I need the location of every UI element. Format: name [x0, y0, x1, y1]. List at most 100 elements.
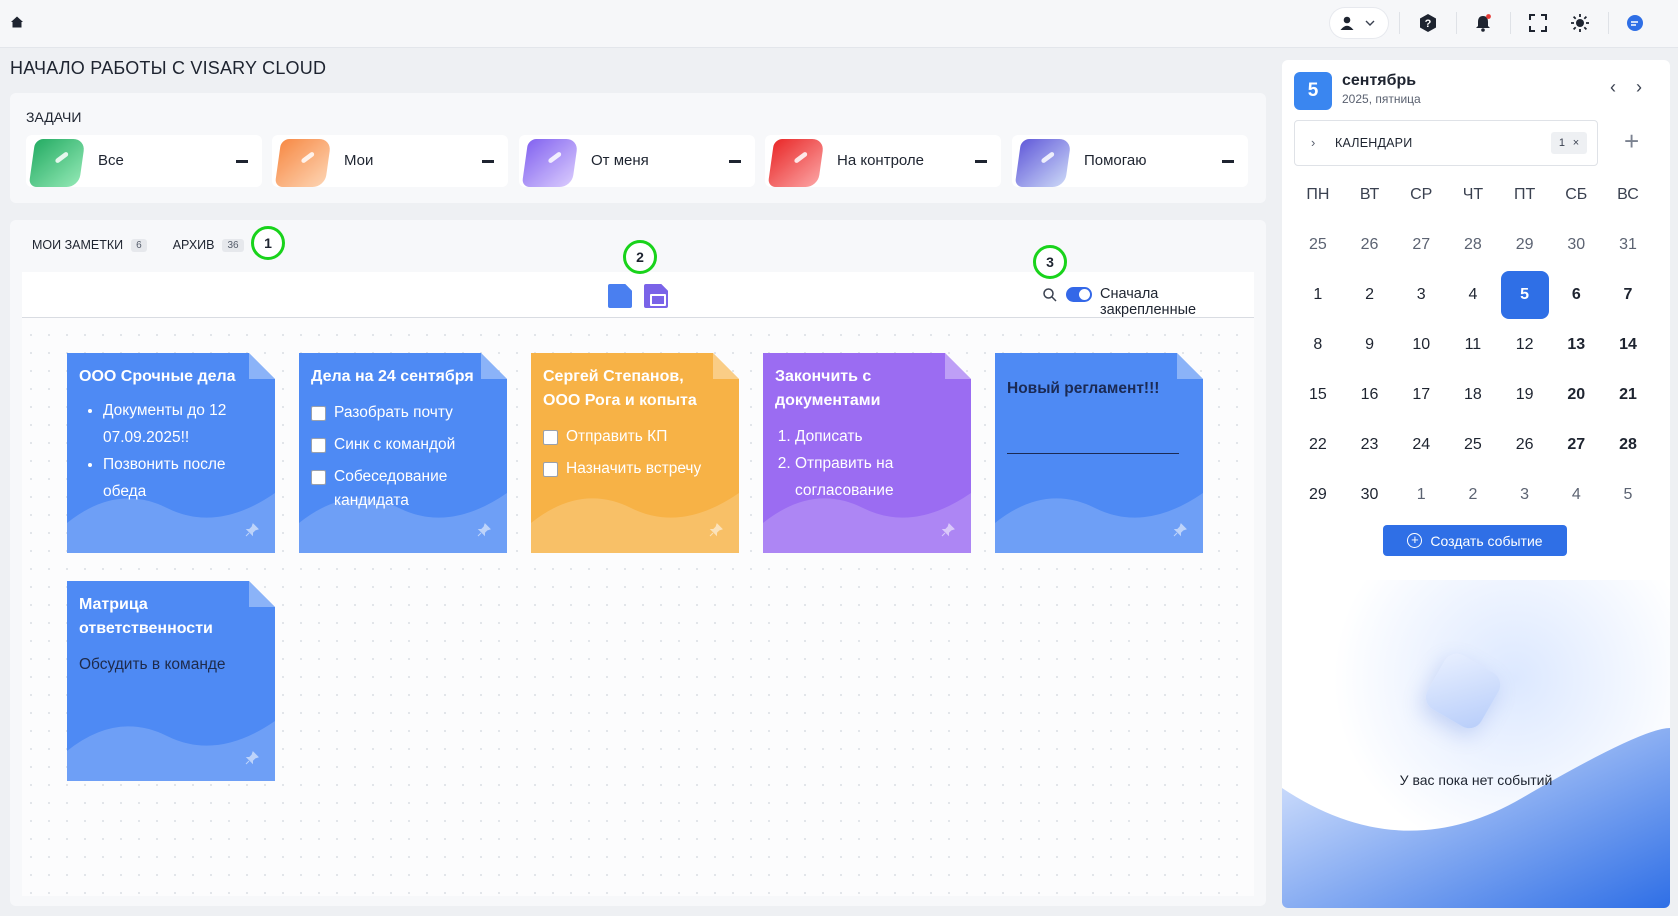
note-card[interactable]: Матрица ответственности Обсудить в коман…: [67, 581, 275, 781]
note-checklist-item[interactable]: Синк с командой: [311, 433, 495, 457]
note-card[interactable]: ООО Срочные дела Документы до 12 07.09.2…: [67, 353, 275, 553]
calendar-day[interactable]: 7: [1602, 286, 1654, 304]
note-checklist-item[interactable]: Собеседование кандидата: [311, 465, 495, 511]
pin-icon[interactable]: [477, 523, 491, 537]
calendar-day[interactable]: 15: [1292, 386, 1344, 404]
search-icon[interactable]: [1042, 287, 1058, 303]
calendar-day[interactable]: 25: [1447, 436, 1499, 454]
calendar-day[interactable]: 5: [1499, 271, 1551, 319]
calendar-day[interactable]: 30: [1550, 236, 1602, 254]
calendar-day[interactable]: 30: [1344, 486, 1396, 504]
calendar-day[interactable]: 24: [1395, 436, 1447, 454]
checkbox[interactable]: [311, 438, 326, 453]
user-menu[interactable]: [1330, 8, 1388, 38]
pin-icon[interactable]: [709, 523, 723, 537]
calendar-day[interactable]: 17: [1395, 386, 1447, 404]
calendar-day[interactable]: 11: [1447, 336, 1499, 354]
chat-icon[interactable]: [1624, 12, 1646, 34]
tab-my-notes[interactable]: МОИ ЗАМЕТКИ 6: [32, 238, 147, 252]
note-card[interactable]: Сергей Степанов, ООО Рога и копыта Отпра…: [531, 353, 739, 553]
bell-icon[interactable]: [1472, 12, 1494, 34]
help-icon[interactable]: ?: [1417, 12, 1439, 34]
create-event-button[interactable]: + Создать событие: [1383, 525, 1567, 556]
tab-label: АРХИВ: [172, 238, 215, 252]
fullscreen-icon[interactable]: [1527, 12, 1549, 34]
calendar-day[interactable]: 9: [1344, 336, 1396, 354]
note-card[interactable]: Закончить с документами Дописать Отправи…: [763, 353, 971, 553]
note-body: Разобрать почту Синк с командой Собеседо…: [311, 401, 495, 511]
task-card-control[interactable]: На контроле: [765, 135, 1001, 187]
checkbox[interactable]: [311, 406, 326, 421]
calendar-day[interactable]: 5: [1602, 486, 1654, 504]
calendar-day[interactable]: 28: [1602, 436, 1654, 454]
checkbox[interactable]: [543, 462, 558, 477]
pin-icon[interactable]: [245, 751, 259, 765]
calendar-weeks: 25 26 27 28 29 30 31 1 2 3 4 5 6 7 8 9 10 11 12 13 14 15 16 17 1…: [1292, 220, 1654, 520]
calendar-day[interactable]: 14: [1602, 336, 1654, 354]
calendar-day[interactable]: 3: [1499, 486, 1551, 504]
calendar-day[interactable]: 31: [1602, 236, 1654, 254]
close-icon[interactable]: ×: [1573, 137, 1579, 149]
note-checklist-item[interactable]: Разобрать почту: [311, 401, 495, 425]
home-icon[interactable]: [10, 15, 24, 29]
add-calendar-button[interactable]: +: [1624, 128, 1639, 154]
note-card[interactable]: Новый регламент!!!: [995, 353, 1203, 553]
task-card-mine[interactable]: Мои: [272, 135, 508, 187]
checkbox[interactable]: [311, 470, 326, 485]
calendar-day[interactable]: 10: [1395, 336, 1447, 354]
calendar-day[interactable]: 23: [1344, 436, 1396, 454]
calendars-selector[interactable]: › КАЛЕНДАРИ 1 ×: [1294, 120, 1598, 166]
tab-archive[interactable]: АРХИВ 36: [173, 238, 244, 252]
calendar-day[interactable]: 6: [1550, 286, 1602, 304]
task-card-label: На контроле: [837, 152, 925, 169]
calendar-day[interactable]: 18: [1447, 386, 1499, 404]
task-count-dash: [482, 160, 494, 163]
weekday-label: СБ: [1565, 186, 1588, 203]
calendar-day[interactable]: 29: [1292, 486, 1344, 504]
note-checklist-item[interactable]: Отправить КП: [543, 425, 727, 449]
calendar-day[interactable]: 26: [1344, 236, 1396, 254]
pin-icon[interactable]: [941, 523, 955, 537]
chevron-left-icon[interactable]: ‹: [1604, 78, 1622, 96]
pin-icon[interactable]: [1173, 523, 1187, 537]
sun-icon[interactable]: [1569, 12, 1591, 34]
calendar-day[interactable]: 28: [1447, 236, 1499, 254]
calendars-count-chip[interactable]: 1 ×: [1551, 132, 1587, 154]
chevron-right-icon[interactable]: ›: [1630, 78, 1648, 96]
calendar-day[interactable]: 2: [1344, 286, 1396, 304]
task-card-helping[interactable]: Помогаю: [1012, 135, 1248, 187]
calendar-day[interactable]: 22: [1292, 436, 1344, 454]
calendar-day[interactable]: 2: [1447, 486, 1499, 504]
calendar-day[interactable]: 12: [1499, 336, 1551, 354]
task-card-from-me[interactable]: От меня: [519, 135, 755, 187]
calendar-day[interactable]: 3: [1395, 286, 1447, 304]
calendar-day[interactable]: 8: [1292, 336, 1344, 354]
calendar-day[interactable]: 25: [1292, 236, 1344, 254]
calendar-day[interactable]: 13: [1550, 336, 1602, 354]
calendar-day[interactable]: 29: [1499, 236, 1551, 254]
calendar-day[interactable]: 26: [1499, 436, 1551, 454]
checkbox[interactable]: [543, 430, 558, 445]
note-card[interactable]: Дела на 24 сентября Разобрать почту Синк…: [299, 353, 507, 553]
empty-state-illustration: [1282, 580, 1670, 908]
note-checklist-item[interactable]: Назначить встречу: [543, 457, 727, 481]
task-card-all[interactable]: Все: [26, 135, 262, 187]
pinned-first-toggle[interactable]: [1066, 287, 1092, 302]
add-checklist-note-button[interactable]: [644, 284, 668, 308]
calendar-day[interactable]: 1: [1395, 486, 1447, 504]
calendar-day[interactable]: 27: [1550, 436, 1602, 454]
calendar-week-row: 25 26 27 28 29 30 31: [1292, 220, 1654, 270]
calendar-day[interactable]: 27: [1395, 236, 1447, 254]
calendar-day[interactable]: 16: [1344, 386, 1396, 404]
task-mine-icon: [274, 139, 332, 187]
calendar-day[interactable]: 21: [1602, 386, 1654, 404]
calendar-day[interactable]: 20: [1550, 386, 1602, 404]
calendar-day[interactable]: 1: [1292, 286, 1344, 304]
calendar-day[interactable]: 4: [1550, 486, 1602, 504]
add-note-button[interactable]: [608, 284, 632, 308]
wave-decoration: [1282, 728, 1670, 908]
pin-icon[interactable]: [245, 523, 259, 537]
calendar-day[interactable]: 19: [1499, 386, 1551, 404]
selected-day[interactable]: 5: [1500, 271, 1549, 319]
calendar-day[interactable]: 4: [1447, 286, 1499, 304]
